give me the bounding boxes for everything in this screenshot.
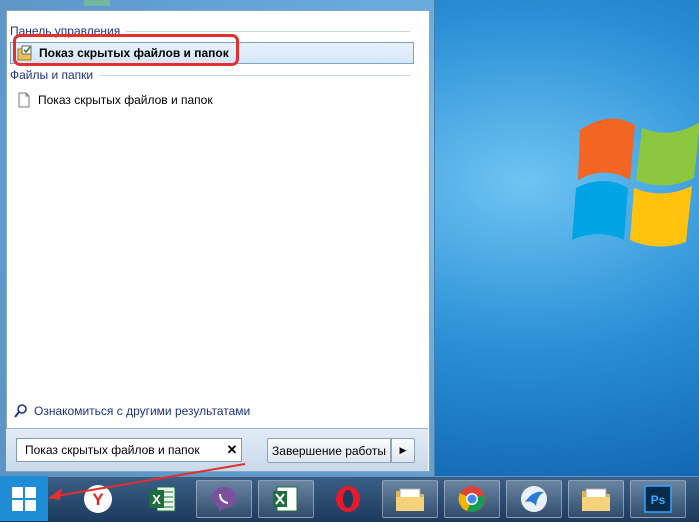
yandex-letter: Y bbox=[92, 490, 104, 509]
chevron-right-icon: ▶ bbox=[399, 445, 407, 455]
file-result[interactable]: Показ скрытых файлов и папок bbox=[10, 90, 412, 110]
opera-icon bbox=[336, 486, 360, 512]
taskbar-opera[interactable] bbox=[320, 480, 376, 518]
taskbar-messenger[interactable] bbox=[506, 480, 562, 518]
files-group-header: Файлы и папки bbox=[10, 68, 410, 82]
divider bbox=[126, 30, 410, 32]
windows-start-icon bbox=[12, 486, 36, 511]
highlight-annotation bbox=[13, 34, 239, 66]
taskbar-viber[interactable] bbox=[196, 480, 252, 518]
folder-icon bbox=[582, 488, 610, 511]
file-result-label: Показ скрытых файлов и папок bbox=[38, 93, 213, 107]
clear-search-icon[interactable]: ✕ bbox=[223, 442, 241, 458]
shutdown-label: Завершение работы bbox=[272, 443, 386, 458]
document-icon bbox=[18, 92, 30, 108]
photoshop-icon: Ps bbox=[644, 485, 672, 513]
see-more-results-link[interactable]: Ознакомиться с другими результатами bbox=[14, 404, 250, 418]
windows-logo-wallpaper bbox=[572, 118, 699, 247]
search-input-value: Показ скрытых файлов и папок bbox=[25, 443, 200, 457]
start-button[interactable] bbox=[0, 476, 48, 521]
taskbar-chrome[interactable] bbox=[444, 480, 500, 518]
excel-file-icon bbox=[273, 486, 298, 512]
taskbar-photoshop[interactable]: Ps bbox=[630, 480, 686, 518]
excel-icon: X bbox=[149, 486, 176, 512]
messenger-icon bbox=[521, 486, 547, 512]
shutdown-options-button[interactable]: ▶ bbox=[391, 438, 415, 463]
excel-letter: X bbox=[152, 492, 161, 507]
search-icon bbox=[14, 404, 27, 418]
chrome-icon bbox=[458, 486, 485, 512]
shutdown-button[interactable]: Завершение работы bbox=[267, 438, 391, 463]
photoshop-label: Ps bbox=[651, 493, 666, 507]
yandex-browser-icon: Y bbox=[84, 485, 112, 513]
files-header-label: Файлы и папки bbox=[10, 68, 94, 82]
see-more-label: Ознакомиться с другими результатами bbox=[34, 404, 251, 418]
search-input[interactable]: Показ скрытых файлов и папок ✕ bbox=[16, 438, 242, 462]
taskbar-file-explorer[interactable] bbox=[382, 480, 438, 518]
folder-icon bbox=[396, 488, 424, 511]
taskbar-file-explorer-2[interactable] bbox=[568, 480, 624, 518]
divider bbox=[99, 74, 410, 76]
viber-icon bbox=[212, 487, 236, 512]
taskbar-excel[interactable]: X bbox=[134, 480, 190, 518]
taskbar-yandex-browser[interactable]: Y bbox=[70, 480, 126, 518]
taskbar-excel-file[interactable] bbox=[258, 480, 314, 518]
